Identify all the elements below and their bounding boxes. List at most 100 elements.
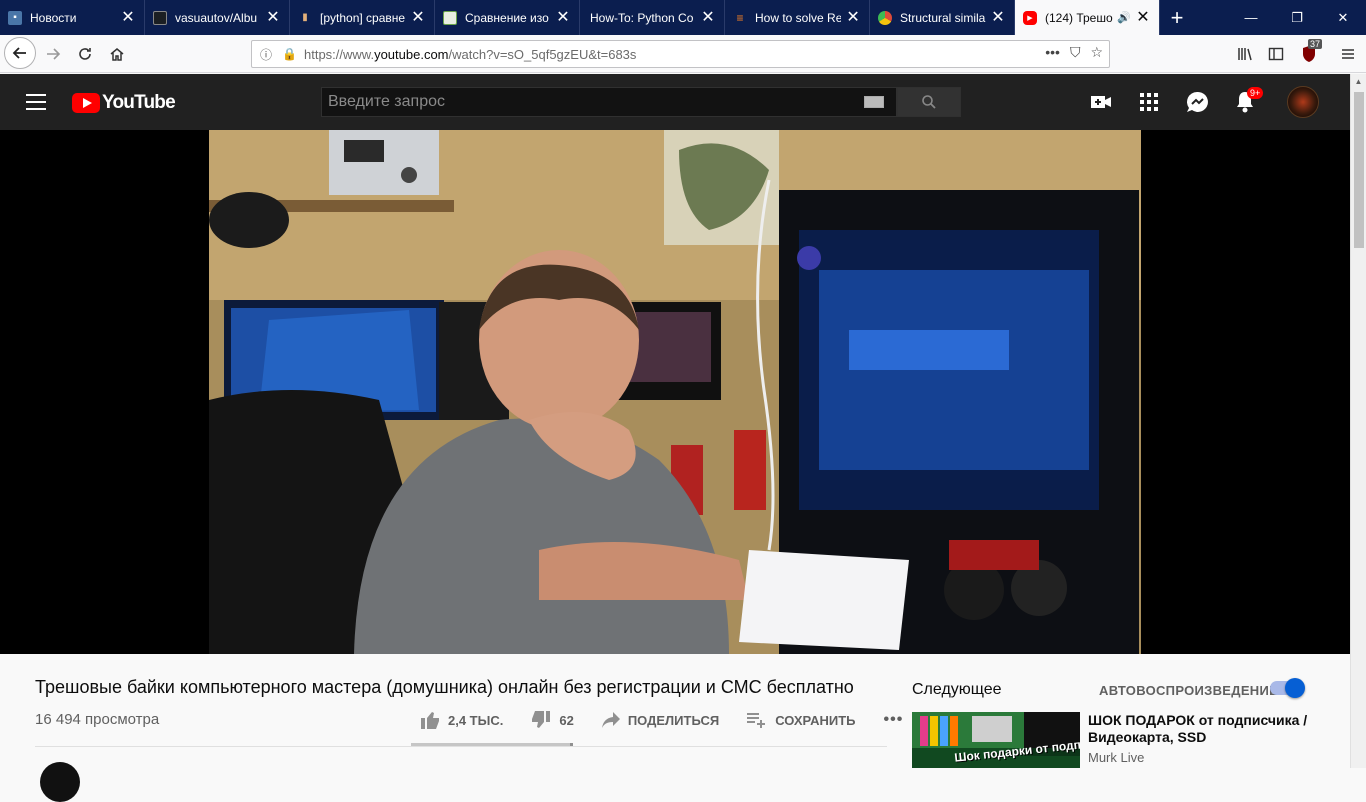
menu-icon[interactable]: [1333, 39, 1363, 69]
tab-strip: ▪ Новости ✕ vasuautov/Albu ✕ ▮ [python] …: [0, 0, 1366, 35]
url-domain: youtube.com: [374, 46, 449, 62]
thumbs-up-icon: [421, 712, 439, 729]
restore-button[interactable]: ❐: [1274, 0, 1320, 35]
close-icon[interactable]: ✕: [410, 9, 426, 26]
search-input[interactable]: [322, 88, 864, 116]
browser-tab-active[interactable]: ▶ (124) Трешо 🔊 ✕: [1015, 0, 1160, 35]
scrollbar-thumb[interactable]: [1354, 92, 1364, 248]
dislike-button[interactable]: 62: [531, 710, 574, 730]
close-icon[interactable]: ✕: [120, 9, 136, 26]
url-prefix: https://www.: [304, 46, 375, 62]
save-label: СОХРАНИТЬ: [775, 712, 856, 728]
close-icon[interactable]: ✕: [700, 9, 716, 26]
browser-tab[interactable]: Сравнение изо ✕: [435, 0, 580, 35]
speaker-icon[interactable]: 🔊: [1117, 11, 1131, 24]
save-button[interactable]: СОХРАНИТЬ: [747, 712, 856, 728]
reload-icon: [79, 48, 91, 60]
youtube-play-icon: [72, 93, 100, 113]
guide-menu-icon[interactable]: [26, 94, 46, 110]
messages-icon[interactable]: [1185, 90, 1209, 114]
sketch-icon: [443, 10, 457, 25]
url-text: https://www.youtube.com/watch?v=sO_5qf5g…: [304, 47, 636, 62]
autoplay-toggle[interactable]: [1270, 678, 1305, 698]
dislike-count: 62: [559, 712, 574, 728]
notification-badge: 9+: [1247, 87, 1264, 99]
keyboard-icon[interactable]: [864, 96, 884, 108]
create-video-icon[interactable]: [1089, 90, 1113, 114]
navigation-bar: ⓘ 🔒 https://www.youtube.com/watch?v=sO_5…: [0, 35, 1366, 73]
reload-button[interactable]: [70, 39, 100, 69]
tab-title: How to solve Re: [755, 10, 842, 25]
recommended-thumbnail[interactable]: Шок подарки от подписчика: [912, 712, 1080, 768]
tab-title: Сравнение изо: [465, 10, 549, 25]
browser-tab[interactable]: Structural simila ✕: [870, 0, 1015, 35]
tab-title: How-To: Python Co: [590, 10, 694, 25]
divider: [35, 746, 887, 747]
bookmark-star-icon[interactable]: ☆: [1090, 44, 1103, 61]
browser-tab[interactable]: vasuautov/Albu ✕: [145, 0, 290, 35]
more-actions-button[interactable]: •••: [884, 711, 904, 729]
share-label: ПОДЕЛИТЬСЯ: [627, 712, 720, 728]
tab-title: vasuautov/Albu: [175, 10, 258, 25]
chrome-icon: [878, 10, 892, 25]
thumbs-down-icon: [532, 711, 551, 728]
stackoverflow-icon: ≡: [736, 10, 744, 25]
page-scrollbar[interactable]: ▲: [1350, 74, 1366, 768]
video-player[interactable]: [0, 130, 1350, 654]
github-icon: [153, 10, 167, 25]
scroll-up-arrow-icon[interactable]: ▲: [1351, 74, 1366, 90]
chat-icon: ▪: [8, 10, 22, 25]
youtube-masthead: YouTube: [0, 74, 1350, 130]
recommended-title[interactable]: ШОК ПОДАРОК от подписчика / Видеокарта, …: [1088, 712, 1308, 746]
video-frame[interactable]: [209, 130, 1141, 654]
close-window-button[interactable]: ✕: [1320, 0, 1366, 35]
ublock-badge: 37: [1308, 39, 1323, 49]
channel-avatar[interactable]: [40, 762, 80, 802]
close-icon[interactable]: ✕: [845, 9, 861, 26]
back-button[interactable]: [4, 37, 36, 69]
minimize-button[interactable]: ―: [1228, 0, 1274, 35]
arrow-left-icon: [12, 47, 26, 59]
info-icon[interactable]: ⓘ: [260, 46, 278, 63]
like-button[interactable]: 2,4 ТЫС.: [420, 710, 503, 730]
browser-tab[interactable]: How-To: Python Co ✕: [580, 0, 725, 35]
home-button[interactable]: [102, 39, 132, 69]
video-actions: 2,4 ТЫС. 62 ПОДЕЛИТЬСЯ СОХРАНИТЬ •••: [420, 710, 931, 730]
apps-grid-icon[interactable]: [1137, 90, 1161, 114]
bottle-icon: ▮: [302, 12, 308, 23]
browser-tab[interactable]: ▮ [python] сравне ✕: [290, 0, 435, 35]
view-count: 16 494 просмотра: [35, 711, 160, 728]
video-scene-image: [209, 130, 1141, 654]
forward-button[interactable]: [38, 39, 68, 69]
search-icon: [922, 95, 936, 109]
tab-title: (124) Трешо: [1045, 10, 1113, 25]
lock-icon[interactable]: 🔒: [282, 47, 297, 61]
close-icon[interactable]: ✕: [265, 9, 281, 26]
new-tab-button[interactable]: +: [1160, 0, 1194, 35]
close-icon[interactable]: ✕: [1135, 9, 1151, 26]
share-button[interactable]: ПОДЕЛИТЬСЯ: [601, 712, 720, 728]
like-count: 2,4 ТЫС.: [448, 712, 504, 728]
page-actions-icon[interactable]: •••: [1045, 44, 1060, 61]
tab-title: [python] сравне: [320, 10, 406, 25]
close-icon[interactable]: ✕: [555, 9, 571, 26]
sidebar-icon[interactable]: [1261, 39, 1291, 69]
pocket-icon[interactable]: ⛉: [1070, 44, 1081, 61]
browser-tab[interactable]: ≡ How to solve Re ✕: [725, 0, 870, 35]
home-icon: [110, 48, 124, 61]
search-button[interactable]: [897, 87, 961, 117]
logo-text: YouTube: [102, 92, 176, 113]
browser-tab[interactable]: ▪ Новости ✕: [0, 0, 145, 35]
tab-title: Новости: [30, 10, 77, 25]
toggle-knob: [1285, 678, 1305, 698]
address-bar[interactable]: ⓘ 🔒 https://www.youtube.com/watch?v=sO_5…: [251, 40, 1110, 68]
watch-page-info: Трешовые байки компьютерного мастера (до…: [0, 654, 1350, 802]
recommended-channel[interactable]: Murk Live: [1088, 750, 1144, 765]
playlist-add-icon: [747, 713, 766, 728]
youtube-logo[interactable]: YouTube: [72, 92, 176, 114]
close-icon[interactable]: ✕: [990, 9, 1006, 26]
library-icon[interactable]: [1230, 39, 1260, 69]
tab-title: Structural simila: [900, 10, 986, 25]
arrow-right-icon: [47, 48, 61, 60]
account-avatar[interactable]: [1287, 86, 1319, 118]
